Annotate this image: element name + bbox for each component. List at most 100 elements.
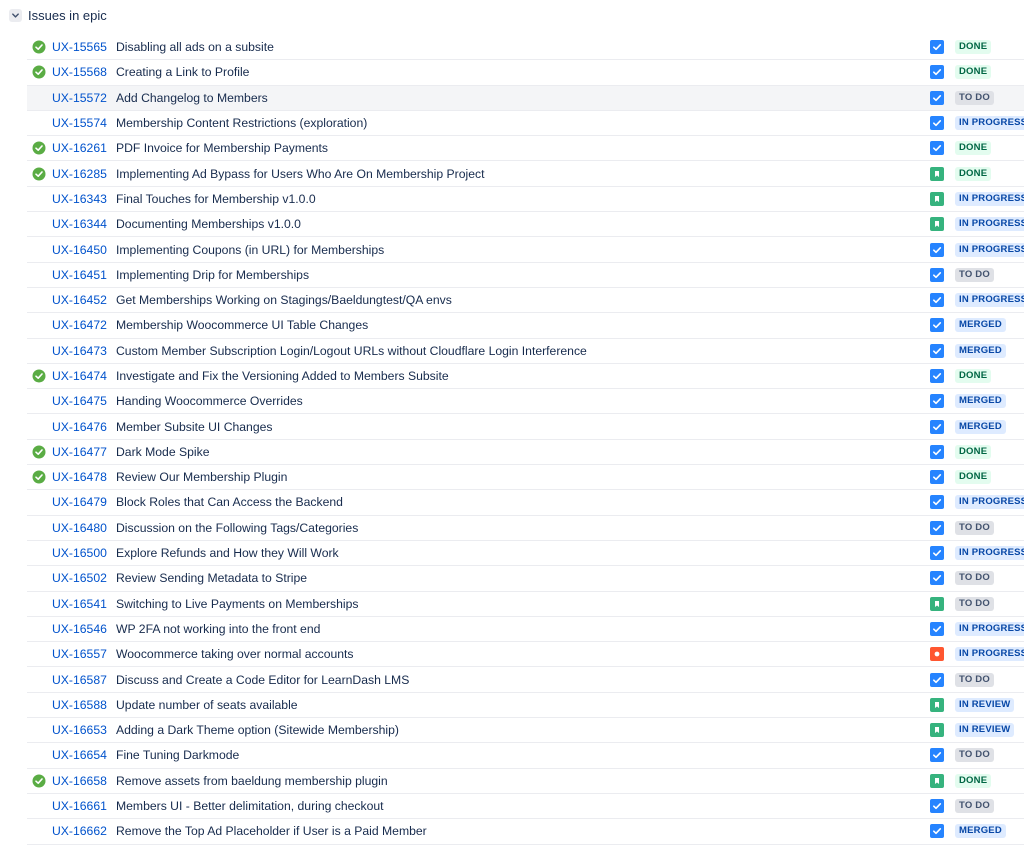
issue-key-link[interactable]: UX-16473: [52, 344, 107, 358]
issue-row[interactable]: UX-16343 Final Touches for Membership v1.…: [27, 187, 1024, 213]
issue-key-link[interactable]: UX-16653: [52, 723, 107, 737]
issue-key-link[interactable]: UX-15565: [52, 40, 107, 54]
issue-row[interactable]: UX-15572 Add Changelog to Members TO DO: [27, 85, 1024, 111]
issue-summary[interactable]: Custom Member Subscription Login/Logout …: [116, 344, 587, 358]
issue-row[interactable]: UX-16653 Adding a Dark Theme option (Site…: [27, 718, 1024, 744]
issue-summary[interactable]: Explore Refunds and How they Will Work: [116, 546, 339, 560]
issue-key-link[interactable]: UX-16541: [52, 597, 107, 611]
issue-summary[interactable]: Final Touches for Membership v1.0.0: [116, 192, 316, 206]
issue-key-link[interactable]: UX-16285: [52, 167, 107, 181]
issue-key-link[interactable]: UX-16478: [52, 470, 107, 484]
issue-row[interactable]: UX-16502 Review Sending Metadata to Strip…: [27, 566, 1024, 592]
issue-row[interactable]: UX-16476 Member Subsite UI Changes MERGED: [27, 414, 1024, 440]
issue-row[interactable]: UX-16478 Review Our Membership Plugin DONE: [27, 465, 1024, 491]
issue-row[interactable]: UX-16479 Block Roles that Can Access the …: [27, 490, 1024, 516]
issue-row[interactable]: UX-16285 Implementing Ad Bypass for Users…: [27, 161, 1024, 187]
chevron-down-icon[interactable]: [9, 8, 22, 22]
issue-row[interactable]: UX-16475 Handing Woocommerce Overrides MER…: [27, 389, 1024, 415]
issue-summary[interactable]: WP 2FA not working into the front end: [116, 622, 320, 636]
task-checkbox-icon: [930, 116, 944, 131]
issue-key-link[interactable]: UX-16587: [52, 673, 107, 687]
issue-summary[interactable]: Member Subsite UI Changes: [116, 420, 272, 434]
issue-key-link[interactable]: UX-16502: [52, 571, 107, 585]
issue-row[interactable]: UX-16500 Explore Refunds and How they Wil…: [27, 541, 1024, 567]
issue-row[interactable]: UX-16654 Fine Tuning Darkmode TO DO: [27, 743, 1024, 769]
issue-key-link[interactable]: UX-16472: [52, 318, 107, 332]
issue-key-link[interactable]: UX-16662: [52, 824, 107, 838]
issue-row[interactable]: UX-16344 Documenting Memberships v1.0.0 IN…: [27, 212, 1024, 238]
issue-key-link[interactable]: UX-16477: [52, 445, 107, 459]
issue-key-link[interactable]: UX-16476: [52, 420, 107, 434]
section-title[interactable]: Issues in epic: [28, 8, 107, 23]
issue-summary[interactable]: Remove the Top Ad Placeholder if User is…: [116, 824, 427, 838]
issue-summary[interactable]: Investigate and Fix the Versioning Added…: [116, 369, 449, 383]
issue-row[interactable]: UX-15574 Membership Content Restrictions …: [27, 111, 1024, 137]
issue-summary[interactable]: Implementing Drip for Memberships: [116, 268, 309, 282]
issue-summary[interactable]: Documenting Memberships v1.0.0: [116, 217, 301, 231]
issue-summary[interactable]: Membership Woocommerce UI Table Changes: [116, 318, 368, 332]
issue-row[interactable]: UX-16477 Dark Mode Spike DONE: [27, 440, 1024, 466]
issue-key-link[interactable]: UX-16479: [52, 495, 107, 509]
issue-key-link[interactable]: UX-16344: [52, 217, 107, 231]
issue-summary[interactable]: Members UI - Better delimitation, during…: [116, 799, 384, 813]
issue-row[interactable]: UX-16557 Woocommerce taking over normal a…: [27, 642, 1024, 668]
issue-key-link[interactable]: UX-16450: [52, 243, 107, 257]
issue-row[interactable]: UX-16473 Custom Member Subscription Login…: [27, 339, 1024, 364]
issue-key-link[interactable]: UX-16588: [52, 698, 107, 712]
issue-summary[interactable]: Membership Content Restrictions (explora…: [116, 116, 367, 130]
issue-key-link[interactable]: UX-16557: [52, 647, 107, 661]
issue-summary[interactable]: Adding a Dark Theme option (Sitewide Mem…: [116, 723, 399, 737]
issue-key-link[interactable]: UX-16474: [52, 369, 107, 383]
issue-summary[interactable]: Dark Mode Spike: [116, 445, 209, 459]
issue-summary[interactable]: PDF Invoice for Membership Payments: [116, 141, 328, 155]
issue-key-link[interactable]: UX-16546: [52, 622, 107, 636]
issue-row[interactable]: UX-16472 Membership Woocommerce UI Table …: [27, 313, 1024, 339]
issue-key-link[interactable]: UX-16654: [52, 748, 107, 762]
issue-key-link[interactable]: UX-16661: [52, 799, 107, 813]
issue-key-link[interactable]: UX-15568: [52, 65, 107, 79]
issue-row[interactable]: UX-16658 Remove assets from baeldung memb…: [27, 769, 1024, 794]
issue-summary[interactable]: Implementing Ad Bypass for Users Who Are…: [116, 167, 484, 181]
status-badge: DONE: [955, 470, 992, 485]
issue-row[interactable]: UX-16261 PDF Invoice for Membership Payme…: [27, 136, 1024, 162]
issue-row[interactable]: UX-16587 Discuss and Create a Code Editor…: [27, 667, 1024, 693]
issue-summary[interactable]: Review Sending Metadata to Stripe: [116, 571, 307, 585]
issue-row[interactable]: UX-16452 Get Memberships Working on Stagi…: [27, 288, 1024, 314]
issue-summary[interactable]: Handing Woocommerce Overrides: [116, 394, 303, 408]
issue-summary[interactable]: Remove assets from baeldung membership p…: [116, 774, 388, 788]
issue-key-link[interactable]: UX-15572: [52, 91, 107, 105]
issue-row[interactable]: UX-16451 Implementing Drip for Membership…: [27, 263, 1024, 288]
issue-summary[interactable]: Discuss and Create a Code Editor for Lea…: [116, 673, 409, 687]
issue-key-link[interactable]: UX-16658: [52, 774, 107, 788]
issue-summary[interactable]: Add Changelog to Members: [116, 91, 268, 105]
issue-key-link[interactable]: UX-16480: [52, 521, 107, 535]
issue-row[interactable]: UX-16474 Investigate and Fix the Versioni…: [27, 364, 1024, 390]
issue-summary[interactable]: Discussion on the Following Tags/Categor…: [116, 521, 358, 535]
issue-summary[interactable]: Get Memberships Working on Stagings/Bael…: [116, 293, 452, 307]
issue-summary[interactable]: Switching to Live Payments on Membership…: [116, 597, 359, 611]
issue-row[interactable]: UX-16546 WP 2FA not working into the fron…: [27, 617, 1024, 643]
issue-row[interactable]: UX-16662 Remove the Top Ad Placeholder if…: [27, 819, 1024, 845]
issue-summary[interactable]: Block Roles that Can Access the Backend: [116, 495, 343, 509]
issue-key-link[interactable]: UX-16451: [52, 268, 107, 282]
issue-key-link[interactable]: UX-16500: [52, 546, 107, 560]
issue-row[interactable]: UX-16661 Members UI - Better delimitation…: [27, 794, 1024, 820]
issue-summary[interactable]: Implementing Coupons (in URL) for Member…: [116, 243, 384, 257]
issue-key-link[interactable]: UX-16261: [52, 141, 107, 155]
issue-row[interactable]: UX-16450 Implementing Coupons (in URL) fo…: [27, 237, 1024, 263]
issue-summary[interactable]: Update number of seats available: [116, 698, 298, 712]
issue-row[interactable]: UX-15568 Creating a Link to Profile DONE: [27, 60, 1024, 86]
issue-summary[interactable]: Fine Tuning Darkmode: [116, 748, 239, 762]
issue-row[interactable]: UX-16480 Discussion on the Following Tags…: [27, 516, 1024, 541]
issue-summary[interactable]: Review Our Membership Plugin: [116, 470, 287, 484]
issue-key-link[interactable]: UX-15574: [52, 116, 107, 130]
issue-row[interactable]: UX-16541 Switching to Live Payments on Me…: [27, 592, 1024, 617]
issue-row[interactable]: UX-16588 Update number of seats available…: [27, 693, 1024, 719]
issue-key-link[interactable]: UX-16452: [52, 293, 107, 307]
issue-key-link[interactable]: UX-16475: [52, 394, 107, 408]
issue-key-link[interactable]: UX-16343: [52, 192, 107, 206]
issue-row[interactable]: UX-15565 Disabling all ads on a subsite DO…: [27, 35, 1024, 61]
issue-summary[interactable]: Woocommerce taking over normal accounts: [116, 647, 354, 661]
issue-summary[interactable]: Creating a Link to Profile: [116, 65, 249, 79]
issue-summary[interactable]: Disabling all ads on a subsite: [116, 40, 274, 54]
